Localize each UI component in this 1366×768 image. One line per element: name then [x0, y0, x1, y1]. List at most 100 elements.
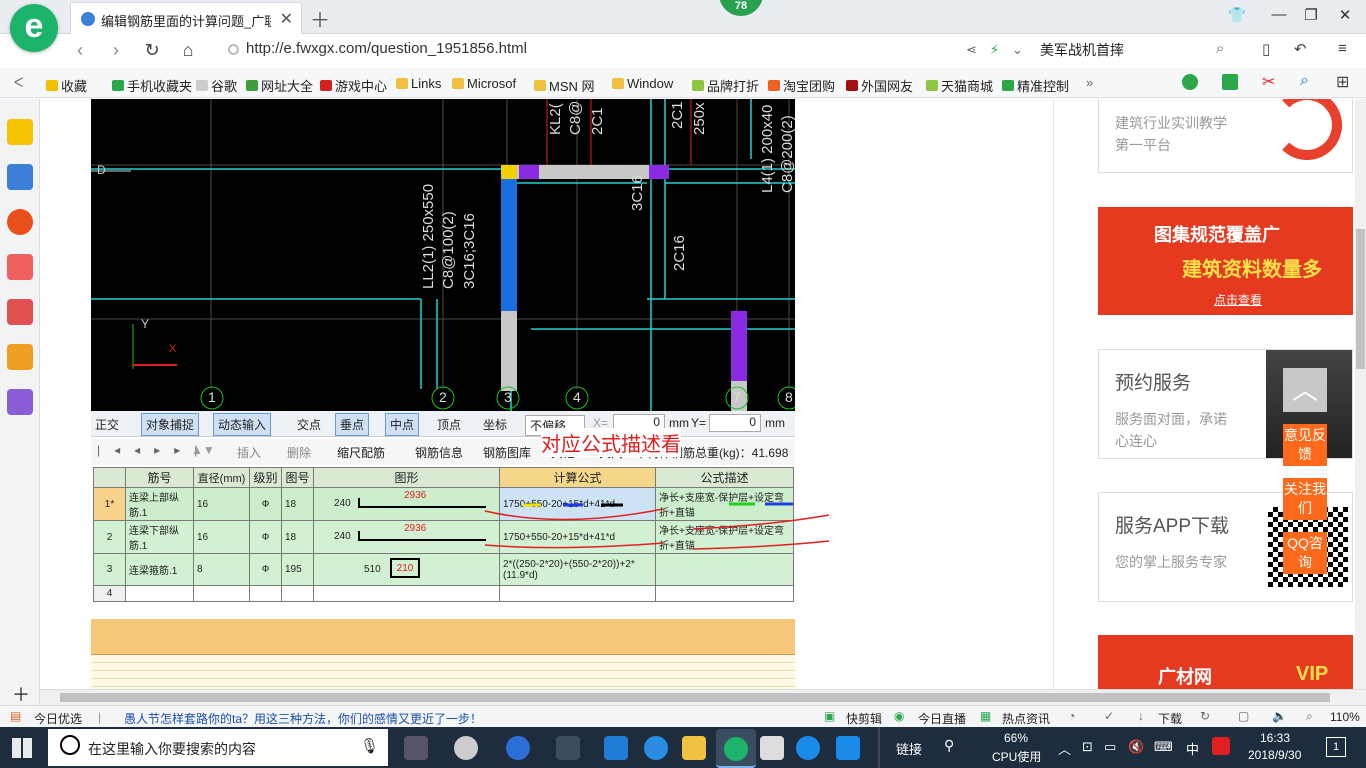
- sound-icon[interactable]: 🔈: [1272, 709, 1287, 723]
- rebar-library-button[interactable]: 钢筋图库: [483, 444, 531, 461]
- add-icon[interactable]: ＋: [12, 681, 30, 707]
- horizontal-scrollbar[interactable]: [40, 689, 1366, 705]
- object-snap-button[interactable]: 对象捕捉: [141, 413, 200, 436]
- cell-shape[interactable]: 510 210: [313, 553, 500, 586]
- person-icon[interactable]: ⚲: [944, 737, 954, 754]
- link-label[interactable]: 链接: [896, 739, 922, 758]
- bookmark-item[interactable]: Links: [396, 76, 441, 91]
- cell-dia[interactable]: [193, 585, 250, 602]
- cell-grade[interactable]: Ф: [249, 553, 282, 586]
- promo-banner[interactable]: 图集规范覆盖广 建筑资料数量多 点击查看: [1098, 207, 1353, 315]
- speed-icon[interactable]: ◔: [1068, 709, 1075, 723]
- midpoint-button[interactable]: 中点: [385, 413, 420, 436]
- mic-icon[interactable]: 🎙: [360, 737, 379, 755]
- feedback-button[interactable]: 意见反馈: [1283, 424, 1327, 466]
- cell-grade[interactable]: Ф: [249, 487, 282, 521]
- more-bookmarks-icon[interactable]: »: [1086, 75, 1093, 90]
- tab-close-icon[interactable]: ✕: [280, 9, 293, 29]
- cell-desc[interactable]: 净长+支座宽-保护层+设定弯折+直锚: [655, 487, 794, 521]
- search-input[interactable]: 美军战机首摔: [1040, 40, 1240, 62]
- clock-time[interactable]: 16:33: [1260, 731, 1290, 745]
- chevron-down-icon[interactable]: ⌄: [1012, 42, 1023, 58]
- table-row[interactable]: 1* 连梁上部纵筋.1 16 Ф 18 240 2936 1750+550-20…: [93, 487, 794, 521]
- plus-app-icon[interactable]: [836, 736, 860, 760]
- delete-button[interactable]: 删除: [287, 444, 311, 461]
- undo-icon[interactable]: ↶: [1294, 40, 1307, 58]
- cell-fig[interactable]: [281, 585, 314, 602]
- scroll-thumb[interactable]: [1356, 229, 1365, 369]
- bookmark-item[interactable]: 品牌打折: [692, 76, 759, 95]
- close-window-button[interactable]: ✕: [1330, 6, 1360, 24]
- bookmark-item[interactable]: 谷歌: [196, 76, 237, 95]
- y-input[interactable]: 0: [709, 414, 761, 432]
- back-to-top-icon[interactable]: ︿: [1283, 368, 1327, 412]
- home-icon[interactable]: ⌂: [176, 40, 200, 61]
- refresh-icon[interactable]: ↻: [1200, 709, 1210, 723]
- cell-formula[interactable]: 1750+550-20+15*d+41*d: [499, 520, 656, 554]
- cell-dia[interactable]: 16: [193, 520, 250, 554]
- bookmark-item[interactable]: 天猫商城: [926, 76, 993, 95]
- bookmark-item[interactable]: MSN 网: [534, 76, 595, 95]
- display-icon[interactable]: ▭: [1104, 739, 1116, 755]
- scale-rebar-button[interactable]: 缩尺配筋: [337, 444, 385, 461]
- browser-logo[interactable]: e: [10, 4, 58, 52]
- bookmark-item[interactable]: 游戏中心: [320, 76, 387, 95]
- comic-icon[interactable]: [7, 389, 33, 415]
- windows-start-icon[interactable]: [12, 738, 32, 758]
- phone-icon[interactable]: ▯: [1262, 40, 1270, 58]
- cell-desc[interactable]: [655, 553, 794, 586]
- menu-icon[interactable]: ≡: [1338, 40, 1347, 57]
- magnifier-icon[interactable]: ⌕: [1300, 72, 1309, 90]
- cell-dia[interactable]: 8: [193, 553, 250, 586]
- qq-button[interactable]: QQ咨询: [1283, 532, 1327, 574]
- g-app-icon[interactable]: [796, 736, 820, 760]
- vip-banner[interactable]: 广材网 VIP: [1098, 635, 1353, 689]
- minimize-button[interactable]: —: [1264, 6, 1294, 23]
- move-arrows-icon[interactable]: ▲▼: [191, 443, 215, 457]
- bookmark-item[interactable]: 网址大全: [246, 76, 313, 95]
- bookmark-item[interactable]: 手机收藏夹: [112, 76, 192, 95]
- scissors-icon[interactable]: ✂: [1262, 72, 1275, 92]
- forward-icon[interactable]: ›: [104, 40, 128, 61]
- intersection-button[interactable]: 交点: [297, 416, 321, 433]
- share-icon[interactable]: ⋖: [966, 42, 977, 58]
- dynamic-input-button[interactable]: 动态输入: [213, 413, 272, 436]
- cell-desc[interactable]: 净长+支座宽-保护层+设定弯折+直锚: [655, 520, 794, 554]
- rebar-info-button[interactable]: 钢筋信息: [415, 444, 463, 461]
- cell-shape[interactable]: [313, 585, 500, 602]
- tab-active[interactable]: 编辑钢筋里面的计算问题_广联达 ✕: [70, 2, 302, 34]
- favorites-icon[interactable]: [7, 119, 33, 145]
- insert-button[interactable]: 插入: [237, 444, 261, 461]
- keyboard-icon[interactable]: ⌨: [1154, 739, 1173, 755]
- cell-formula[interactable]: [499, 585, 656, 602]
- notification-icon[interactable]: 1: [1326, 737, 1346, 757]
- game-icon[interactable]: [7, 299, 33, 325]
- mail-icon[interactable]: [7, 254, 33, 280]
- cell-dia[interactable]: 16: [193, 487, 250, 521]
- taskbar-search[interactable]: 在这里输入你要搜索的内容 🎙: [48, 729, 388, 766]
- chevron-up-icon[interactable]: ︿: [1058, 739, 1071, 758]
- vertex-button[interactable]: 顶点: [437, 416, 461, 433]
- cell-fig[interactable]: 18: [281, 487, 314, 521]
- apps-icon[interactable]: ⊞: [1336, 72, 1349, 92]
- bookmark-item[interactable]: 精准控制: [1002, 76, 1069, 95]
- window-icon[interactable]: ▢: [1238, 709, 1249, 723]
- weibo-icon[interactable]: [7, 209, 33, 235]
- table-row[interactable]: 3 连梁箍筋.1 8 Ф 195 510 210 2*((250-2*20)+(…: [93, 553, 794, 586]
- news-link[interactable]: 愚人节怎样套路你的ta？用这三种方法，你们的感情又更近了一步！: [124, 710, 482, 727]
- lightning-icon[interactable]: ⚡: [990, 42, 999, 58]
- edge-icon[interactable]: [604, 736, 628, 760]
- shield-icon[interactable]: [1182, 74, 1198, 90]
- reader-icon[interactable]: [7, 164, 33, 190]
- fan-app-icon[interactable]: [454, 736, 478, 760]
- cell-name[interactable]: 连梁上部纵筋.1: [125, 487, 194, 521]
- volume-icon[interactable]: 🔇: [1128, 739, 1144, 755]
- search-icon[interactable]: ⌕: [1216, 40, 1224, 57]
- bookmark-item[interactable]: Microsof: [452, 76, 516, 91]
- bookmark-item[interactable]: 收藏: [46, 76, 87, 95]
- notes-icon[interactable]: [7, 344, 33, 370]
- task-view-icon[interactable]: [404, 736, 428, 760]
- cell-formula[interactable]: 2*((250-2*20)+(550-2*20))+2*(11.9*d): [499, 553, 656, 586]
- file-explorer-icon[interactable]: [682, 736, 706, 760]
- pin-icon[interactable]: ✓: [1104, 709, 1114, 723]
